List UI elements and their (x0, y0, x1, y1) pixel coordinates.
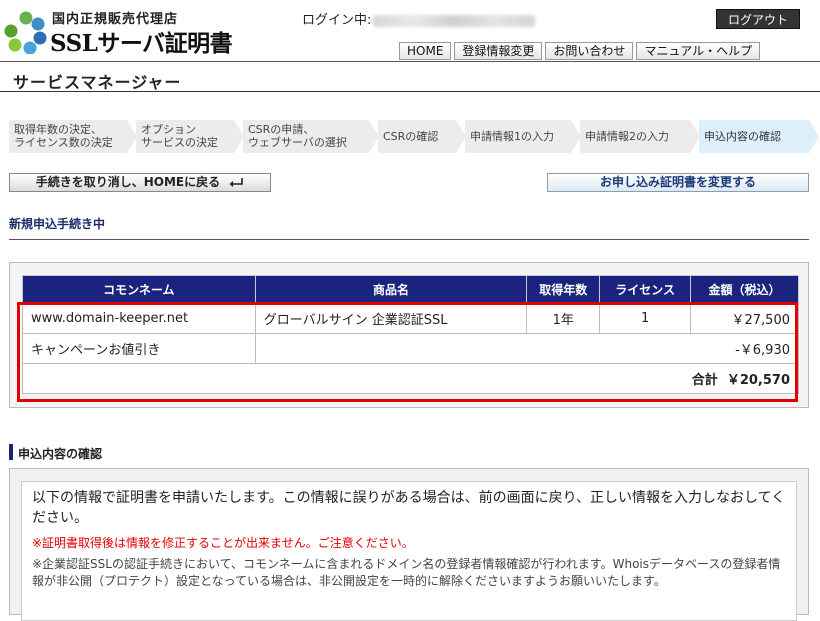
col-product: 商品名 (254, 275, 528, 304)
col-common-name: コモンネーム (22, 275, 256, 304)
confirm-info-panel: 以下の情報で証明書を申請いたします。この情報に誤りがある場合は、前の画面に戻り、… (21, 481, 797, 621)
step-info2: 申請情報2の入力 (580, 120, 700, 153)
total-row: 合計 ￥20,570 (22, 363, 799, 394)
step-label: 取得年数の決定、 ライセンス数の決定 (14, 123, 113, 149)
confirm-heading-text: 申込内容の確認 (18, 447, 103, 461)
confirm-info-box: 以下の情報で証明書を申請いたします。この情報に誤りがある場合は、前の画面に戻り、… (9, 468, 809, 621)
cancel-home-label: 手続きを取り消し、HOMEに戻る (35, 175, 221, 189)
licenses-cell: 1 (599, 303, 692, 334)
nav-manual-help[interactable]: マニュアル・ヘルプ (636, 42, 761, 60)
step-label: 申請情報2の入力 (585, 130, 669, 143)
discount-row: キャンペーンお値引き -￥6,930 (22, 333, 800, 364)
confirm-note-text: ※企業認証SSLの認証手続きにおいて、コモンネームに含まれるドメイン名の登録者情… (32, 557, 781, 588)
nav-home[interactable]: HOME (399, 42, 452, 60)
progress-steps: 取得年数の決定、 ライセンス数の決定 オプション サービスの決定 CSRの申請、… (9, 120, 820, 153)
order-summary-box: コモンネーム 商品名 取得年数 ライセンス 金額（税込） www.domain-… (9, 262, 809, 408)
product-cell: グローバルサイン 企業認証SSL (254, 303, 528, 334)
login-id-redacted (373, 14, 536, 27)
amount-cell: ￥27,500 (690, 303, 799, 334)
discount-amount: -￥6,930 (254, 333, 800, 364)
total-label: 合計 (691, 373, 718, 388)
page-title-bar: サービスマネージャー (0, 64, 820, 92)
nav-contact[interactable]: お問い合わせ (545, 42, 634, 60)
nav-account-settings[interactable]: 登録情報変更 (454, 42, 543, 60)
discount-label: キャンペーンお値引き (22, 333, 256, 364)
header-divider (0, 61, 820, 62)
logout-button[interactable]: ログアウト (716, 9, 800, 29)
step-label: CSRの確認 (383, 130, 439, 143)
cancel-home-button[interactable]: 手続きを取り消し、HOMEに戻る (9, 173, 271, 192)
step-csr-confirm: CSRの確認 (378, 120, 466, 153)
step-info1: 申請情報1の入力 (465, 120, 581, 153)
top-nav: HOME 登録情報変更 お問い合わせ マニュアル・ヘルプ (399, 42, 763, 60)
common-name-cell: www.domain-keeper.net (22, 303, 256, 334)
step-csr-server: CSRの申請、 ウェブサーバの選択 (243, 120, 379, 153)
login-status: ログイン中: (302, 9, 536, 28)
confirm-warning-text: ※証明書取得後は情報を修正することが出来ません。ご注意ください。 (32, 536, 414, 550)
col-amount: 金額（税込） (690, 275, 799, 304)
step-label: CSRの申請、 ウェブサーバの選択 (248, 123, 347, 149)
step-review-current: 申込内容の確認 (699, 120, 819, 153)
step-label: 申請情報1の入力 (470, 130, 554, 143)
site-logo[interactable]: 国内正規販売代理店 SSLサーバ証明書 (4, 6, 284, 58)
step-label: 申込内容の確認 (704, 130, 781, 143)
total-cell: 合計 ￥20,570 (22, 363, 799, 394)
heading-marker (9, 444, 13, 460)
col-licenses: ライセンス (599, 275, 692, 304)
step-options: オプション サービスの決定 (136, 120, 244, 153)
status-divider (9, 239, 809, 240)
total-amount: ￥20,570 (726, 373, 790, 388)
logo-title: SSLサーバ証明書 (50, 30, 233, 57)
return-arrow-icon (229, 178, 244, 187)
logo-flower-icon (4, 11, 47, 54)
col-years: 取得年数 (526, 275, 601, 304)
step-label: オプション サービスの決定 (141, 123, 218, 149)
title-divider (0, 91, 820, 92)
table-header-row: コモンネーム 商品名 取得年数 ライセンス 金額（税込） (22, 275, 799, 304)
status-heading: 新規申込手続き中 (9, 217, 106, 231)
site-header: 国内正規販売代理店 SSLサーバ証明書 ログイン中: ログアウト HOME 登録… (0, 0, 820, 64)
order-table: コモンネーム 商品名 取得年数 ライセンス 金額（税込） www.domain-… (22, 275, 800, 394)
change-certificate-button[interactable]: お申し込み証明書を変更する (547, 173, 809, 192)
login-label: ログイン中: (302, 13, 372, 28)
confirm-main-text: 以下の情報で証明書を申請いたします。この情報に誤りがある場合は、前の画面に戻り、… (32, 490, 786, 526)
years-cell: 1年 (526, 303, 601, 334)
step-years-licenses: 取得年数の決定、 ライセンス数の決定 (9, 120, 137, 153)
table-row: www.domain-keeper.net グローバルサイン 企業認証SSL 1… (22, 303, 799, 334)
page-title: サービスマネージャー (13, 73, 182, 92)
